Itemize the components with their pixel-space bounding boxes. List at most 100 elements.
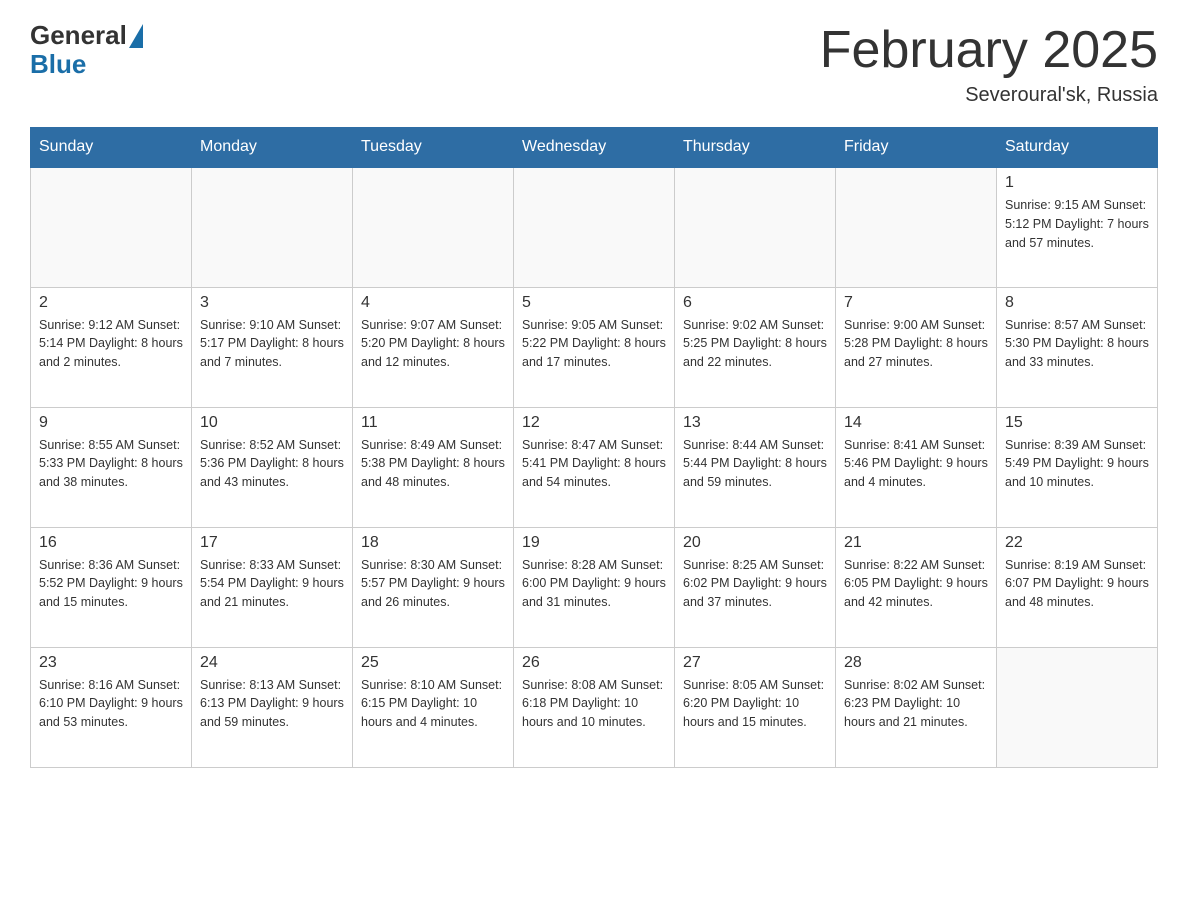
day-number: 3 (200, 294, 344, 312)
day-number: 7 (844, 294, 988, 312)
title-section: February 2025 Severoural'sk, Russia (820, 20, 1158, 107)
day-info: Sunrise: 8:28 AM Sunset: 6:00 PM Dayligh… (522, 556, 666, 612)
day-number: 18 (361, 534, 505, 552)
calendar-cell: 4Sunrise: 9:07 AM Sunset: 5:20 PM Daylig… (353, 287, 514, 407)
day-info: Sunrise: 9:05 AM Sunset: 5:22 PM Dayligh… (522, 316, 666, 372)
day-info: Sunrise: 8:49 AM Sunset: 5:38 PM Dayligh… (361, 436, 505, 492)
calendar-cell: 14 Sunrise: 8:41 AM Sunset: 5:46 PM Dayli… (836, 407, 997, 527)
day-number: 27 (683, 654, 827, 672)
calendar-cell (997, 647, 1158, 767)
calendar-cell (675, 167, 836, 287)
calendar-cell: 26Sunrise: 8:08 AM Sunset: 6:18 PM Dayli… (514, 647, 675, 767)
calendar-week-row: 1 Sunrise: 9:15 AM Sunset: 5:12 PM Daylig… (31, 167, 1158, 287)
day-info: Sunrise: 8:22 AM Sunset: 6:05 PM Dayligh… (844, 556, 988, 612)
calendar-header-row: SundayMondayTuesdayWednesdayThursdayFrid… (31, 128, 1158, 168)
calendar-cell: 6 Sunrise: 9:02 AM Sunset: 5:25 PM Daylig… (675, 287, 836, 407)
day-info: Sunrise: 9:10 AM Sunset: 5:17 PM Dayligh… (200, 316, 344, 372)
day-info: Sunrise: 8:33 AM Sunset: 5:54 PM Dayligh… (200, 556, 344, 612)
day-info: Sunrise: 9:12 AM Sunset: 5:14 PM Dayligh… (39, 316, 183, 372)
day-number: 24 (200, 654, 344, 672)
calendar-cell (514, 167, 675, 287)
logo-triangle-icon (129, 24, 143, 48)
day-of-week-header: Friday (836, 128, 997, 168)
day-info: Sunrise: 8:52 AM Sunset: 5:36 PM Dayligh… (200, 436, 344, 492)
logo: General Blue (30, 20, 143, 80)
day-number: 11 (361, 414, 505, 432)
day-info: Sunrise: 8:36 AM Sunset: 5:52 PM Dayligh… (39, 556, 183, 612)
day-info: Sunrise: 8:13 AM Sunset: 6:13 PM Dayligh… (200, 676, 344, 732)
day-info: Sunrise: 8:02 AM Sunset: 6:23 PM Dayligh… (844, 676, 988, 732)
calendar-cell (836, 167, 997, 287)
day-info: Sunrise: 8:55 AM Sunset: 5:33 PM Dayligh… (39, 436, 183, 492)
calendar-cell: 5 Sunrise: 9:05 AM Sunset: 5:22 PM Daylig… (514, 287, 675, 407)
day-info: Sunrise: 8:08 AM Sunset: 6:18 PM Dayligh… (522, 676, 666, 732)
day-number: 21 (844, 534, 988, 552)
calendar-week-row: 2 Sunrise: 9:12 AM Sunset: 5:14 PM Daylig… (31, 287, 1158, 407)
day-number: 14 (844, 414, 988, 432)
day-number: 23 (39, 654, 183, 672)
day-info: Sunrise: 8:41 AM Sunset: 5:46 PM Dayligh… (844, 436, 988, 492)
calendar-cell: 7Sunrise: 9:00 AM Sunset: 5:28 PM Daylig… (836, 287, 997, 407)
day-number: 5 (522, 294, 666, 312)
day-number: 10 (200, 414, 344, 432)
day-info: Sunrise: 8:44 AM Sunset: 5:44 PM Dayligh… (683, 436, 827, 492)
day-number: 25 (361, 654, 505, 672)
day-number: 16 (39, 534, 183, 552)
day-info: Sunrise: 8:19 AM Sunset: 6:07 PM Dayligh… (1005, 556, 1149, 612)
day-number: 13 (683, 414, 827, 432)
month-title: February 2025 (820, 20, 1158, 80)
day-info: Sunrise: 8:39 AM Sunset: 5:49 PM Dayligh… (1005, 436, 1149, 492)
day-info: Sunrise: 8:57 AM Sunset: 5:30 PM Dayligh… (1005, 316, 1149, 372)
day-number: 4 (361, 294, 505, 312)
calendar-cell: 27 Sunrise: 8:05 AM Sunset: 6:20 PM Dayli… (675, 647, 836, 767)
day-info: Sunrise: 9:15 AM Sunset: 5:12 PM Dayligh… (1005, 196, 1149, 252)
calendar-cell: 22 Sunrise: 8:19 AM Sunset: 6:07 PM Dayli… (997, 527, 1158, 647)
calendar-cell (353, 167, 514, 287)
calendar-cell: 8 Sunrise: 8:57 AM Sunset: 5:30 PM Daylig… (997, 287, 1158, 407)
logo-blue-text: Blue (30, 49, 143, 80)
calendar-cell: 13 Sunrise: 8:44 AM Sunset: 5:44 PM Dayli… (675, 407, 836, 527)
day-number: 28 (844, 654, 988, 672)
day-number: 22 (1005, 534, 1149, 552)
day-number: 9 (39, 414, 183, 432)
day-of-week-header: Thursday (675, 128, 836, 168)
calendar-cell: 19 Sunrise: 8:28 AM Sunset: 6:00 PM Dayli… (514, 527, 675, 647)
day-of-week-header: Tuesday (353, 128, 514, 168)
day-number: 6 (683, 294, 827, 312)
calendar-cell: 17 Sunrise: 8:33 AM Sunset: 5:54 PM Dayli… (192, 527, 353, 647)
calendar-cell: 2 Sunrise: 9:12 AM Sunset: 5:14 PM Daylig… (31, 287, 192, 407)
calendar-table: SundayMondayTuesdayWednesdayThursdayFrid… (30, 127, 1158, 768)
day-info: Sunrise: 8:16 AM Sunset: 6:10 PM Dayligh… (39, 676, 183, 732)
day-number: 20 (683, 534, 827, 552)
calendar-week-row: 16 Sunrise: 8:36 AM Sunset: 5:52 PM Dayli… (31, 527, 1158, 647)
day-info: Sunrise: 8:47 AM Sunset: 5:41 PM Dayligh… (522, 436, 666, 492)
day-of-week-header: Sunday (31, 128, 192, 168)
day-info: Sunrise: 9:02 AM Sunset: 5:25 PM Dayligh… (683, 316, 827, 372)
calendar-cell: 3 Sunrise: 9:10 AM Sunset: 5:17 PM Daylig… (192, 287, 353, 407)
logo-general-text: General (30, 20, 127, 51)
calendar-cell: 11 Sunrise: 8:49 AM Sunset: 5:38 PM Dayli… (353, 407, 514, 527)
location: Severoural'sk, Russia (820, 84, 1158, 107)
calendar-cell: 24 Sunrise: 8:13 AM Sunset: 6:13 PM Dayli… (192, 647, 353, 767)
calendar-cell: 28 Sunrise: 8:02 AM Sunset: 6:23 PM Dayli… (836, 647, 997, 767)
day-of-week-header: Saturday (997, 128, 1158, 168)
day-number: 2 (39, 294, 183, 312)
calendar-cell: 21 Sunrise: 8:22 AM Sunset: 6:05 PM Dayli… (836, 527, 997, 647)
day-number: 8 (1005, 294, 1149, 312)
calendar-cell: 10 Sunrise: 8:52 AM Sunset: 5:36 PM Dayli… (192, 407, 353, 527)
day-number: 12 (522, 414, 666, 432)
day-info: Sunrise: 8:05 AM Sunset: 6:20 PM Dayligh… (683, 676, 827, 732)
page-header: General Blue February 2025 Severoural'sk… (30, 20, 1158, 107)
day-number: 1 (1005, 174, 1149, 192)
calendar-cell: 18Sunrise: 8:30 AM Sunset: 5:57 PM Dayli… (353, 527, 514, 647)
calendar-cell: 20Sunrise: 8:25 AM Sunset: 6:02 PM Dayli… (675, 527, 836, 647)
calendar-cell: 9 Sunrise: 8:55 AM Sunset: 5:33 PM Daylig… (31, 407, 192, 527)
day-number: 19 (522, 534, 666, 552)
day-of-week-header: Wednesday (514, 128, 675, 168)
calendar-cell: 1 Sunrise: 9:15 AM Sunset: 5:12 PM Daylig… (997, 167, 1158, 287)
day-number: 15 (1005, 414, 1149, 432)
calendar-week-row: 9 Sunrise: 8:55 AM Sunset: 5:33 PM Daylig… (31, 407, 1158, 527)
day-info: Sunrise: 8:10 AM Sunset: 6:15 PM Dayligh… (361, 676, 505, 732)
calendar-cell: 12 Sunrise: 8:47 AM Sunset: 5:41 PM Dayli… (514, 407, 675, 527)
day-number: 17 (200, 534, 344, 552)
